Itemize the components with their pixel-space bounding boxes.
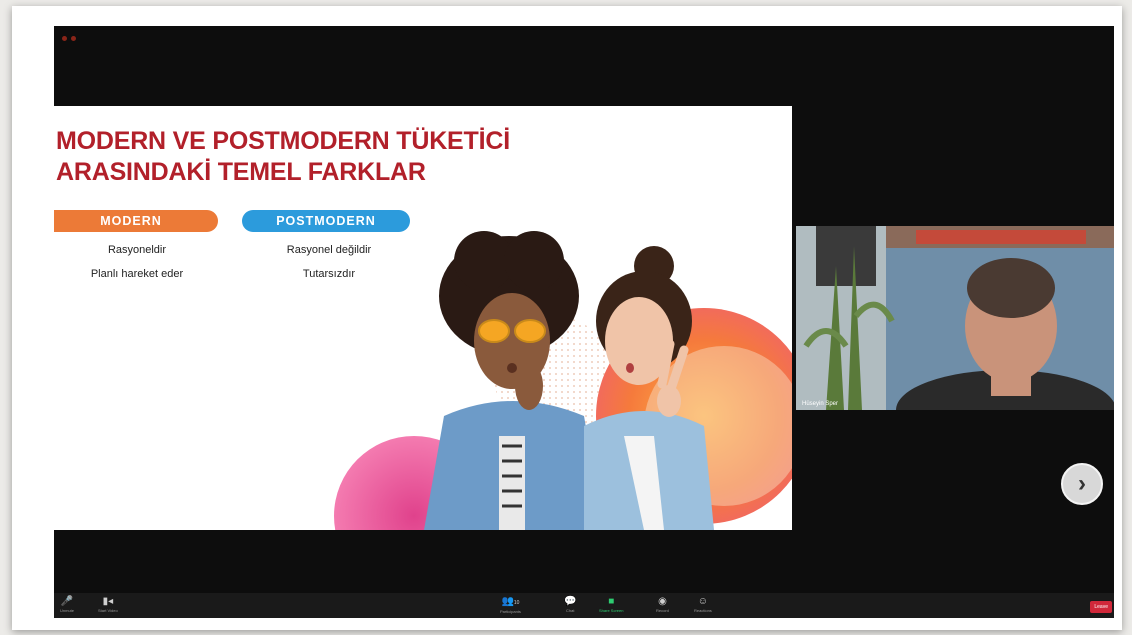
meeting-window: MODERN VE POSTMODERN TÜKETİCİ ARASINDAKİ… [54,26,1114,618]
shared-slide: MODERN VE POSTMODERN TÜKETİCİ ARASINDAKİ… [54,106,792,530]
next-page-button[interactable]: › [1061,463,1103,505]
leave-button[interactable]: Leave [1090,601,1112,613]
mute-label: Unmute [60,608,75,613]
slide-title-line-1: MODERN VE POSTMODERN TÜKETİCİ [56,127,510,155]
participant-video-feed [796,226,1114,410]
record-button[interactable]: ◉ Record [656,596,669,614]
participant-name: Hüseyin Sper [802,401,839,407]
slide-title-line-2: ARASINDAKİ TEMEL FARKLAR [56,158,426,186]
reactions-label: Reactions [694,608,712,613]
share-label: Share Screen [599,608,624,613]
chat-label: Chat [566,608,575,613]
mute-button[interactable]: 🎤 Unmute [60,596,74,614]
chat-icon: 💬 [564,596,577,607]
record-label: Record [656,608,669,613]
chevron-right-icon: › [1078,470,1086,497]
participant-video-tile[interactable]: Hüseyin Sper [796,226,1114,410]
reactions-icon: ☺ [697,596,708,607]
meeting-toolbar: 🎤 Unmute ▮◂ Start Video 👥10 Participants… [54,593,1114,618]
video-label: Start Video [98,608,118,613]
reactions-button[interactable]: ☺ Reactions [694,596,712,614]
participants-button[interactable]: 👥10 Participants [500,596,521,615]
participants-icon: 👥10 [501,596,520,607]
participants-label: Participants [500,609,521,614]
participants-count: 10 [513,600,520,606]
share-screen-button[interactable]: ■ Share Screen [599,596,623,614]
modern-trait-2: Planlı hareket eder [90,268,184,280]
chat-button[interactable]: 💬 Chat [564,596,576,614]
modern-traits-list: Rasyoneldir Planlı hareket eder [72,238,202,286]
microphone-icon: 🎤 [60,596,74,607]
video-camera-icon: ▮◂ [102,596,114,607]
share-screen-icon: ■ [608,596,615,607]
modern-trait-1: Rasyoneldir [107,244,167,256]
start-video-button[interactable]: ▮◂ Start Video [98,596,118,614]
window-status-dots [62,28,122,41]
photo-frame: MODERN VE POSTMODERN TÜKETİCİ ARASINDAKİ… [12,6,1122,630]
slide-illustration-two-women [334,231,792,530]
record-icon: ◉ [658,596,667,607]
slide-title: MODERN VE POSTMODERN TÜKETİCİ ARASINDAKİ… [56,126,576,188]
modern-label-pill: MODERN [54,210,218,232]
